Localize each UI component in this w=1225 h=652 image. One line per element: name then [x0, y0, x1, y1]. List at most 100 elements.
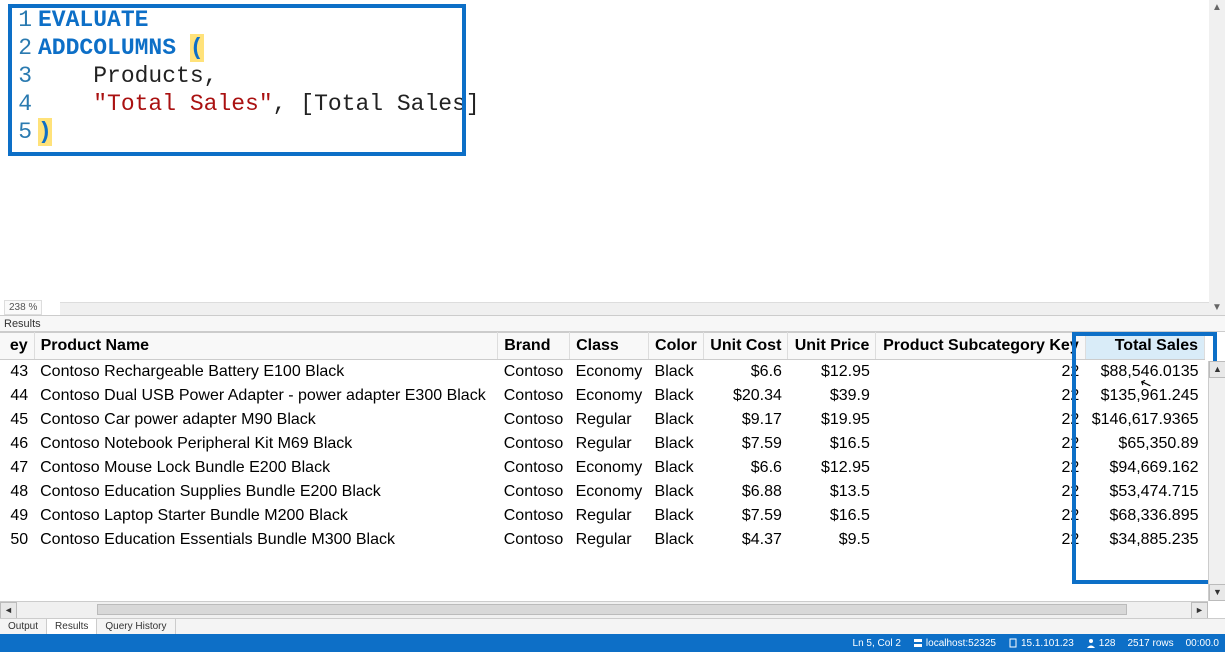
scroll-down-icon[interactable]: ▼ — [1212, 300, 1222, 315]
cell-uprice[interactable]: $9.5 — [788, 528, 876, 552]
cell-key[interactable]: 44 — [0, 384, 34, 408]
code-editor[interactable]: 1EVALUATE2ADDCOLUMNS (3 Products,4 "Tota… — [0, 0, 1209, 146]
table-row[interactable]: 49Contoso Laptop Starter Bundle M200 Bla… — [0, 504, 1205, 528]
cell-brand[interactable]: Contoso — [498, 408, 570, 432]
cell-color[interactable]: Black — [649, 360, 704, 385]
cell-subcat[interactable]: 22 — [876, 480, 1085, 504]
cell-key[interactable]: 48 — [0, 480, 34, 504]
tab-query-history[interactable]: Query History — [97, 619, 175, 634]
cell-color[interactable]: Black — [649, 432, 704, 456]
zoom-level[interactable]: 238 % — [4, 300, 42, 315]
cell-tsales[interactable]: $68,336.895 — [1085, 504, 1204, 528]
table-row[interactable]: 50Contoso Education Essentials Bundle M3… — [0, 528, 1205, 552]
column-header-brand[interactable]: Brand — [498, 333, 570, 360]
cell-name[interactable]: Contoso Car power adapter M90 Black — [34, 408, 498, 432]
cell-class[interactable]: Economy — [570, 456, 649, 480]
table-row[interactable]: 43Contoso Rechargeable Battery E100 Blac… — [0, 360, 1205, 385]
code-line[interactable]: 2ADDCOLUMNS ( — [0, 34, 1209, 62]
cell-class[interactable]: Regular — [570, 432, 649, 456]
cell-brand[interactable]: Contoso — [498, 528, 570, 552]
column-header-ucost[interactable]: Unit Cost — [704, 333, 788, 360]
cell-class[interactable]: Economy — [570, 384, 649, 408]
cell-ucost[interactable]: $9.17 — [704, 408, 788, 432]
cell-uprice[interactable]: $13.5 — [788, 480, 876, 504]
cell-name[interactable]: Contoso Rechargeable Battery E100 Black — [34, 360, 498, 385]
table-row[interactable]: 45Contoso Car power adapter M90 BlackCon… — [0, 408, 1205, 432]
cell-key[interactable]: 45 — [0, 408, 34, 432]
cell-brand[interactable]: Contoso — [498, 456, 570, 480]
cell-name[interactable]: Contoso Mouse Lock Bundle E200 Black — [34, 456, 498, 480]
cell-ucost[interactable]: $20.34 — [704, 384, 788, 408]
grid-vertical-scrollbar[interactable]: ▲ ▼ — [1208, 361, 1225, 601]
cell-uprice[interactable]: $12.95 — [788, 360, 876, 385]
scroll-right-button[interactable]: ► — [1191, 602, 1208, 618]
cell-key[interactable]: 49 — [0, 504, 34, 528]
grid-horizontal-scrollbar[interactable]: ◄ ► — [0, 601, 1208, 618]
cell-class[interactable]: Regular — [570, 408, 649, 432]
cell-ucost[interactable]: $4.37 — [704, 528, 788, 552]
cell-ucost[interactable]: $7.59 — [704, 504, 788, 528]
cell-class[interactable]: Regular — [570, 528, 649, 552]
cell-tsales[interactable]: $146,617.9365 — [1085, 408, 1204, 432]
cell-color[interactable]: Black — [649, 504, 704, 528]
cell-ucost[interactable]: $6.6 — [704, 456, 788, 480]
cell-class[interactable]: Regular — [570, 504, 649, 528]
cell-name[interactable]: Contoso Education Essentials Bundle M300… — [34, 528, 498, 552]
cell-subcat[interactable]: 22 — [876, 408, 1085, 432]
cell-tsales[interactable]: $135,961.245 — [1085, 384, 1204, 408]
scroll-left-button[interactable]: ◄ — [0, 602, 17, 618]
cell-tsales[interactable]: $34,885.235 — [1085, 528, 1204, 552]
column-header-key[interactable]: ey — [0, 333, 34, 360]
cell-ucost[interactable]: $7.59 — [704, 432, 788, 456]
code-line[interactable]: 1EVALUATE — [0, 6, 1209, 34]
cell-tsales[interactable]: $94,669.162 — [1085, 456, 1204, 480]
cell-name[interactable]: Contoso Laptop Starter Bundle M200 Black — [34, 504, 498, 528]
column-header-subcat[interactable]: Product Subcategory Key — [876, 333, 1085, 360]
cell-brand[interactable]: Contoso — [498, 360, 570, 385]
cell-name[interactable]: Contoso Education Supplies Bundle E200 B… — [34, 480, 498, 504]
cell-subcat[interactable]: 22 — [876, 456, 1085, 480]
editor-horizontal-scrollbar[interactable] — [60, 302, 1209, 315]
cell-class[interactable]: Economy — [570, 360, 649, 385]
scroll-down-button[interactable]: ▼ — [1209, 584, 1225, 601]
cell-subcat[interactable]: 22 — [876, 528, 1085, 552]
editor-vertical-scrollbar[interactable]: ▲ ▼ — [1209, 0, 1225, 315]
cell-uprice[interactable]: $39.9 — [788, 384, 876, 408]
cell-color[interactable]: Black — [649, 384, 704, 408]
cell-uprice[interactable]: $19.95 — [788, 408, 876, 432]
cell-color[interactable]: Black — [649, 528, 704, 552]
cell-ucost[interactable]: $6.88 — [704, 480, 788, 504]
cell-tsales[interactable]: $65,350.89 — [1085, 432, 1204, 456]
table-row[interactable]: 48Contoso Education Supplies Bundle E200… — [0, 480, 1205, 504]
results-grid[interactable]: eyProduct NameBrandClassColorUnit CostUn… — [0, 332, 1225, 552]
cell-name[interactable]: Contoso Dual USB Power Adapter - power a… — [34, 384, 498, 408]
column-header-uprice[interactable]: Unit Price — [788, 333, 876, 360]
table-row[interactable]: 46Contoso Notebook Peripheral Kit M69 Bl… — [0, 432, 1205, 456]
scroll-track[interactable] — [1209, 378, 1225, 584]
cell-subcat[interactable]: 22 — [876, 432, 1085, 456]
cell-uprice[interactable]: $16.5 — [788, 432, 876, 456]
cell-key[interactable]: 43 — [0, 360, 34, 385]
column-header-color[interactable]: Color — [649, 333, 704, 360]
cell-key[interactable]: 50 — [0, 528, 34, 552]
table-row[interactable]: 44Contoso Dual USB Power Adapter - power… — [0, 384, 1205, 408]
cell-key[interactable]: 47 — [0, 456, 34, 480]
cell-subcat[interactable]: 22 — [876, 360, 1085, 385]
cell-key[interactable]: 46 — [0, 432, 34, 456]
cell-class[interactable]: Economy — [570, 480, 649, 504]
column-header-name[interactable]: Product Name — [34, 333, 498, 360]
cell-uprice[interactable]: $12.95 — [788, 456, 876, 480]
cell-ucost[interactable]: $6.6 — [704, 360, 788, 385]
cell-brand[interactable]: Contoso — [498, 504, 570, 528]
scroll-up-icon[interactable]: ▲ — [1212, 0, 1222, 15]
scroll-track[interactable] — [17, 602, 1191, 618]
table-row[interactable]: 47Contoso Mouse Lock Bundle E200 BlackCo… — [0, 456, 1205, 480]
column-header-class[interactable]: Class — [570, 333, 649, 360]
cell-brand[interactable]: Contoso — [498, 480, 570, 504]
tab-output[interactable]: Output — [0, 619, 47, 634]
tab-results[interactable]: Results — [47, 619, 97, 634]
cell-brand[interactable]: Contoso — [498, 432, 570, 456]
cell-brand[interactable]: Contoso — [498, 384, 570, 408]
cell-color[interactable]: Black — [649, 480, 704, 504]
cell-uprice[interactable]: $16.5 — [788, 504, 876, 528]
